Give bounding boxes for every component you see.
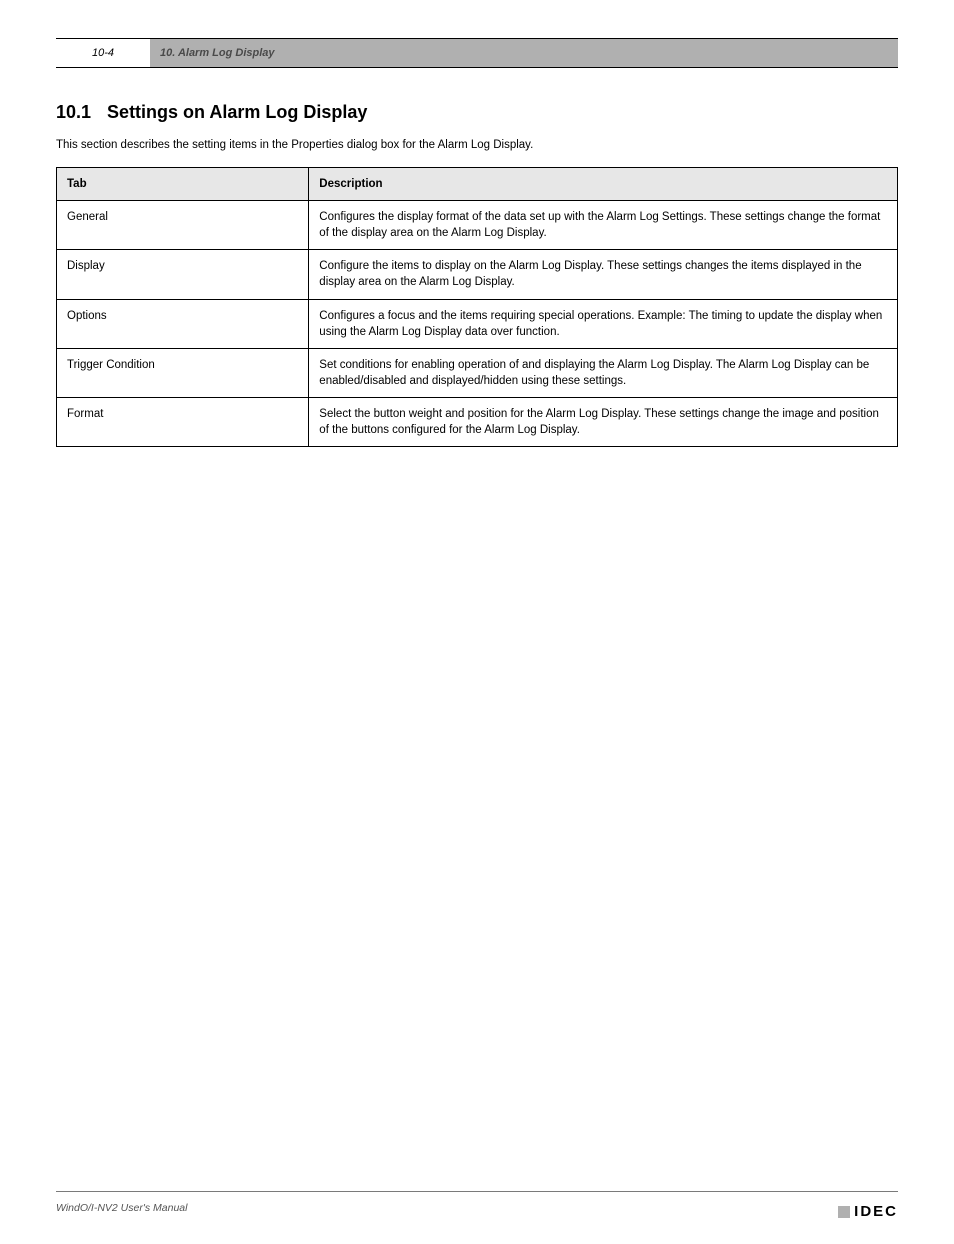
table-cell-desc: Configure the items to display on the Al… <box>309 250 898 299</box>
table-cell-desc: Configures a focus and the items requiri… <box>309 299 898 348</box>
table-row: Display Configure the items to display o… <box>57 250 898 299</box>
table-row: Options Configures a focus and the items… <box>57 299 898 348</box>
table-cell-desc: Configures the display format of the dat… <box>309 201 898 250</box>
page-number-text: 10-4 <box>92 47 114 59</box>
table-cell-tab: Display <box>57 250 309 299</box>
table-cell-tab: Trigger Condition <box>57 348 309 397</box>
table-header-desc: Description <box>309 168 898 201</box>
table-cell-desc: Select the button weight and position fo… <box>309 397 898 446</box>
table-row: Format Select the button weight and posi… <box>57 397 898 446</box>
logo-square-icon <box>838 1206 850 1218</box>
table-header-tab: Tab <box>57 168 309 201</box>
page-number: 10-4 <box>56 39 150 67</box>
running-title-bar: 10. Alarm Log Display <box>150 39 898 67</box>
table-cell-tab: Format <box>57 397 309 446</box>
table-cell-desc: Set conditions for enabling operation of… <box>309 348 898 397</box>
section-heading: 10.1 Settings on Alarm Log Display <box>56 102 898 123</box>
table-header-row: Tab Description <box>57 168 898 201</box>
header-bar: 10-4 10. Alarm Log Display <box>56 38 898 68</box>
section-number: 10.1 <box>56 102 91 123</box>
table-row: General Configures the display format of… <box>57 201 898 250</box>
section-title: Settings on Alarm Log Display <box>107 102 367 123</box>
settings-table: Tab Description General Configures the d… <box>56 167 898 447</box>
table-cell-tab: General <box>57 201 309 250</box>
footer-manual-title: WindO/I-NV2 User's Manual <box>56 1202 187 1214</box>
running-title: 10. Alarm Log Display <box>160 47 275 59</box>
table-row: Trigger Condition Set conditions for ena… <box>57 348 898 397</box>
footer-divider <box>56 1191 898 1192</box>
table-cell-tab: Options <box>57 299 309 348</box>
intro-paragraph: This section describes the setting items… <box>56 137 898 153</box>
